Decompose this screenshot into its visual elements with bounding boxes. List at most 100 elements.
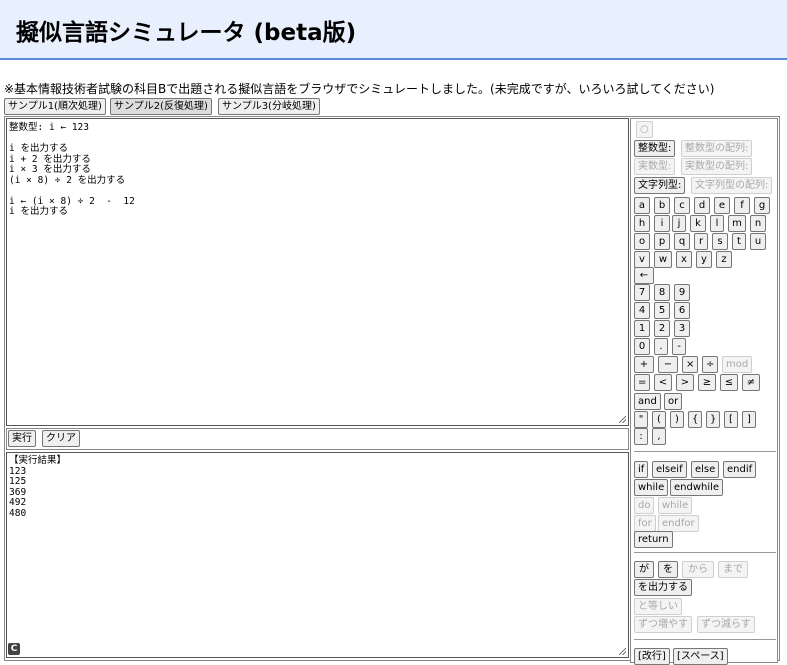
open-paren-button[interactable]: ( [652,411,666,428]
key-n[interactable]: n [750,215,766,232]
key-v[interactable]: v [634,251,650,268]
key-b[interactable]: b [654,197,670,214]
or-button[interactable]: or [664,393,683,410]
endif-button[interactable]: endif [723,461,757,478]
key-j[interactable]: j [672,215,686,232]
key-s[interactable]: s [712,233,728,250]
if-button[interactable]: if [634,461,649,478]
clear-button[interactable]: クリア [42,430,80,447]
greater-equal-button[interactable]: ≥ [698,374,716,391]
key-w[interactable]: w [654,251,672,268]
open-brace-button[interactable]: { [688,411,702,428]
digit-0[interactable]: 0 [634,338,650,355]
divide-button[interactable]: ÷ [702,356,718,373]
digit-5[interactable]: 5 [654,302,670,319]
resize-handle[interactable] [619,416,626,423]
digit-9[interactable]: 9 [674,284,690,301]
ga-button[interactable]: が [634,561,654,578]
key-x[interactable]: x [676,251,692,268]
sample1-button[interactable]: サンプル1(順次処理) [4,98,106,115]
subtract-button[interactable]: − [658,356,678,373]
open-bracket-button[interactable]: [ [724,411,738,428]
int-array-button[interactable]: 整数型の配列: [681,140,753,157]
close-paren-button[interactable]: ) [670,411,684,428]
return-button[interactable]: return [634,531,673,548]
while-button[interactable]: while [634,479,669,496]
key-d[interactable]: d [694,197,710,214]
elseif-button[interactable]: elseif [652,461,687,478]
endfor-button[interactable]: endfor [658,515,699,532]
key-g[interactable]: g [754,197,770,214]
key-a[interactable]: a [634,197,650,214]
increment-button[interactable]: ずつ増やす [634,616,692,633]
sample3-button[interactable]: サンプル3(分岐処理) [218,98,320,115]
do-while-button[interactable]: while [658,497,693,514]
output-word-button[interactable]: を出力する [634,579,692,596]
greater-than-button[interactable]: > [676,374,694,391]
mod-button[interactable]: mod [722,356,753,373]
key-f[interactable]: f [734,197,750,214]
digit-8[interactable]: 8 [654,284,670,301]
equals-button[interactable]: = [634,374,650,391]
digit-6[interactable]: 6 [674,302,690,319]
else-button[interactable]: else [691,461,720,478]
kara-button[interactable]: から [682,561,714,578]
comma-button[interactable]: , [652,428,666,445]
minus-sign-button[interactable]: - [672,338,686,355]
newline-button[interactable]: [改行] [634,648,670,665]
run-button[interactable]: 実行 [8,430,36,447]
made-button[interactable]: まで [718,561,748,578]
less-equal-button[interactable]: ≤ [720,374,738,391]
decrement-button[interactable]: ずつ減らす [697,616,755,633]
real-array-button[interactable]: 実数型の配列: [681,158,753,175]
wo-button[interactable]: を [658,561,678,578]
close-brace-button[interactable]: } [706,411,720,428]
not-equal-button[interactable]: ≠ [742,374,760,391]
and-button[interactable]: and [634,393,661,410]
real-type-button[interactable]: 実数型: [634,158,676,175]
digit-2[interactable]: 2 [654,320,670,337]
sample2-button[interactable]: サンプル2(反復処理) [110,98,212,115]
multiply-button[interactable]: × [682,356,698,373]
description: ※基本情報技術者試験の科目Bで出題される擬似言語をブラウザでシミュレートしました… [4,82,715,96]
key-z[interactable]: z [716,251,732,268]
code-editor[interactable]: 整数型: i ← 123 i を出力する i + 2 を出力する i × 3 を… [6,118,629,426]
digit-7[interactable]: 7 [634,284,650,301]
key-e[interactable]: e [714,197,730,214]
endwhile-button[interactable]: endwhile [670,479,724,496]
key-k[interactable]: k [690,215,706,232]
decimal-point-button[interactable]: . [654,338,668,355]
key-t[interactable]: t [732,233,746,250]
key-r[interactable]: r [694,233,708,250]
do-button[interactable]: do [634,497,655,514]
c-icon: C [8,643,20,655]
key-i[interactable]: i [654,215,670,232]
less-than-button[interactable]: < [654,374,672,391]
digit-1[interactable]: 1 [634,320,650,337]
string-type-button[interactable]: 文字列型: [634,177,686,194]
space-button[interactable]: [スペース] [673,648,728,665]
key-h[interactable]: h [634,215,650,232]
plus-button[interactable]: + [634,356,654,373]
close-bracket-button[interactable]: ] [742,411,756,428]
circle-button[interactable]: ○ [636,121,653,138]
key-q[interactable]: q [674,233,690,250]
colon-button[interactable]: : [634,428,648,445]
key-c[interactable]: c [674,197,690,214]
key-p[interactable]: p [654,233,670,250]
string-array-button[interactable]: 文字列型の配列: [691,177,773,194]
key-u[interactable]: u [750,233,766,250]
digit-3[interactable]: 3 [674,320,690,337]
quote-button[interactable]: " [634,411,648,428]
for-button[interactable]: for [634,515,656,532]
key-l[interactable]: l [710,215,724,232]
int-type-button[interactable]: 整数型: [634,140,676,157]
key-m[interactable]: m [728,215,746,232]
key-y[interactable]: y [696,251,712,268]
equals-word-button[interactable]: と等しい [634,598,682,615]
digit-4[interactable]: 4 [634,302,650,319]
key-o[interactable]: o [634,233,650,250]
assign-arrow-button[interactable]: ← [634,267,654,284]
code-text[interactable]: 整数型: i ← 123 i を出力する i + 2 を出力する i × 3 を… [7,119,628,222]
resize-handle[interactable] [619,648,626,655]
